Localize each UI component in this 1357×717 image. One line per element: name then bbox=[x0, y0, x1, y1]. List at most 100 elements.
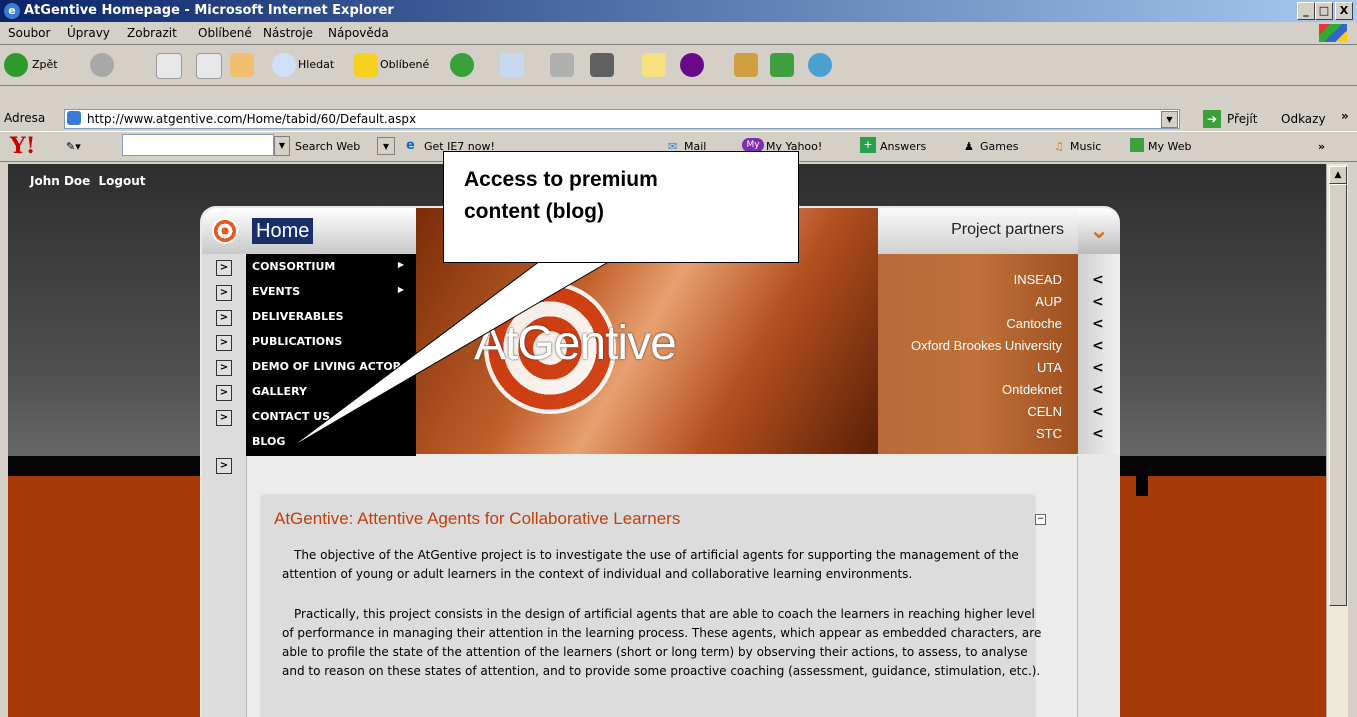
ie-icon: e bbox=[4, 3, 20, 19]
nav-item-consortium[interactable]: CONSORTIUM ▶ bbox=[252, 260, 410, 273]
music-link[interactable]: Music bbox=[1070, 140, 1101, 153]
menu-view[interactable]: Zobrazit bbox=[127, 26, 177, 40]
collapse-minus-icon[interactable]: − bbox=[1035, 514, 1046, 525]
pencil-icon[interactable]: ✎▾ bbox=[66, 140, 81, 153]
search-web-button[interactable]: Search Web bbox=[295, 140, 360, 153]
nav-expand-icon[interactable]: > bbox=[216, 260, 232, 276]
menu-favorites[interactable]: Oblíbené bbox=[198, 26, 252, 40]
intro-paragraph: The objective of the AtGentive project i… bbox=[282, 548, 1019, 581]
chevron-left-icon[interactable]: < bbox=[1092, 360, 1104, 376]
scroll-up-icon[interactable]: ▲ bbox=[1329, 166, 1347, 184]
edit-icon[interactable] bbox=[590, 53, 614, 77]
partner-link[interactable]: Oxford Brookes University bbox=[911, 338, 1062, 353]
nav-expand-icon[interactable]: > bbox=[216, 410, 232, 426]
frame-edge bbox=[1136, 476, 1148, 496]
nav-item-blog[interactable]: BLOG bbox=[252, 435, 285, 448]
back-icon[interactable] bbox=[4, 53, 28, 77]
refresh-icon[interactable] bbox=[196, 53, 222, 79]
nav-item-contact[interactable]: CONTACT US bbox=[252, 410, 330, 423]
search-icon[interactable] bbox=[272, 53, 296, 77]
home-title[interactable]: Home bbox=[252, 218, 314, 244]
nav-expand-icon[interactable]: > bbox=[216, 385, 232, 401]
menu-edit[interactable]: Úpravy bbox=[67, 26, 110, 40]
partner-link[interactable]: CELN bbox=[1027, 404, 1062, 419]
nav-item-demo[interactable]: DEMO OF LIVING ACTOR bbox=[252, 360, 401, 373]
go-button[interactable]: Přejít bbox=[1227, 112, 1257, 126]
description-paragraph: Practically, this project consists in th… bbox=[282, 607, 1042, 678]
flower-icon[interactable] bbox=[770, 53, 794, 77]
nav-expand-icon[interactable]: > bbox=[216, 285, 232, 301]
partners-arrow-column: < < < < < < < < bbox=[1078, 254, 1120, 454]
partner-link[interactable]: STC bbox=[1036, 426, 1062, 441]
address-bar: Adresa http://www.atgentive.com/Home/tab… bbox=[0, 107, 1357, 131]
research-icon[interactable] bbox=[734, 53, 758, 77]
nav-expand-icon[interactable]: > bbox=[216, 310, 232, 326]
nav-item-publications[interactable]: PUBLICATIONS bbox=[252, 335, 342, 348]
yahoo-messenger-icon[interactable] bbox=[680, 53, 704, 77]
history-icon[interactable] bbox=[450, 53, 474, 77]
yahoo-logo-icon[interactable]: Y! bbox=[10, 133, 35, 159]
user-links: John Doe Logout bbox=[30, 174, 146, 188]
nav-item-events[interactable]: EVENTS ▶ bbox=[252, 285, 410, 298]
yahoo-search-dropdown-icon[interactable]: ▼ bbox=[274, 136, 290, 156]
maximize-button[interactable]: □ bbox=[1315, 2, 1333, 20]
messenger-icon[interactable] bbox=[808, 53, 832, 77]
partners-toggle-chevron-icon[interactable]: ⌄ bbox=[1078, 208, 1120, 254]
nav-item-deliverables[interactable]: DELIVERABLES bbox=[252, 310, 344, 323]
vertical-scrollbar[interactable]: ▲ bbox=[1326, 164, 1348, 717]
notes-icon[interactable] bbox=[642, 53, 666, 77]
links-chevron-icon[interactable]: » bbox=[1341, 109, 1349, 123]
menu-tools[interactable]: Nástroje bbox=[263, 26, 313, 40]
partners-list: INSEAD AUP Cantoche Oxford Brookes Unive… bbox=[878, 254, 1078, 454]
atgentive-logo-text: AtGentive bbox=[474, 317, 677, 370]
games-link[interactable]: Games bbox=[980, 140, 1018, 153]
menu-help[interactable]: Nápověda bbox=[328, 26, 389, 40]
scroll-thumb[interactable] bbox=[1329, 184, 1347, 606]
chevron-left-icon[interactable]: < bbox=[1092, 404, 1104, 420]
partner-link[interactable]: AUP bbox=[1035, 294, 1062, 309]
nav-expand-icon[interactable]: > bbox=[216, 335, 232, 351]
nav-expand-icon[interactable]: > bbox=[216, 360, 232, 376]
chevron-left-icon[interactable]: < bbox=[1092, 316, 1104, 332]
address-dropdown-icon[interactable]: ▼ bbox=[1161, 111, 1178, 128]
nav-icon-column: > > > > > > > > bbox=[202, 254, 246, 717]
page-icon bbox=[67, 111, 81, 125]
nav-expand-icon[interactable]: > bbox=[216, 458, 232, 474]
partner-link[interactable]: INSEAD bbox=[1014, 272, 1062, 287]
nav-item-gallery[interactable]: GALLERY bbox=[252, 385, 307, 398]
forward-icon[interactable] bbox=[90, 53, 114, 77]
search-web-dropdown-icon[interactable]: ▾ bbox=[377, 137, 395, 155]
partners-title: Project partners bbox=[951, 221, 1064, 238]
favorites-star-icon[interactable] bbox=[354, 53, 378, 77]
main-navigation: CONSORTIUM ▶ EVENTS ▶ DELIVERABLES PUBLICA… bbox=[246, 254, 416, 474]
search-label[interactable]: Hledat bbox=[298, 58, 334, 71]
go-arrow-icon[interactable]: ➔ bbox=[1203, 110, 1221, 128]
favorites-label[interactable]: Oblíbené bbox=[380, 58, 429, 71]
chevron-left-icon[interactable]: < bbox=[1092, 272, 1104, 288]
partner-link[interactable]: Cantoche bbox=[1006, 316, 1062, 331]
print-icon[interactable] bbox=[550, 53, 574, 77]
minimize-button[interactable]: _ bbox=[1297, 2, 1315, 20]
stop-icon[interactable] bbox=[156, 53, 182, 79]
logout-link[interactable]: Logout bbox=[99, 174, 146, 188]
menu-file[interactable]: Soubor bbox=[8, 26, 50, 40]
back-label[interactable]: Zpět bbox=[32, 58, 58, 71]
chevron-left-icon[interactable]: < bbox=[1092, 426, 1104, 442]
chevron-left-icon[interactable]: < bbox=[1092, 338, 1104, 354]
partner-link[interactable]: UTA bbox=[1037, 360, 1062, 375]
target-icon bbox=[212, 218, 238, 244]
chevron-left-icon[interactable]: < bbox=[1092, 382, 1104, 398]
toolbar-overflow-chevron-icon[interactable]: » bbox=[1318, 140, 1325, 153]
address-input[interactable]: http://www.atgentive.com/Home/tabid/60/D… bbox=[64, 109, 1180, 129]
chevron-left-icon[interactable]: < bbox=[1092, 294, 1104, 310]
links-button[interactable]: Odkazy bbox=[1281, 112, 1326, 126]
home-icon[interactable] bbox=[230, 53, 254, 77]
partner-link[interactable]: Ontdeknet bbox=[1002, 382, 1062, 397]
answers-link[interactable]: Answers bbox=[880, 140, 926, 153]
yahoo-search-input[interactable] bbox=[122, 134, 274, 156]
module-title: AtGentive: Attentive Agents for Collabor… bbox=[274, 509, 681, 528]
home-header: Home bbox=[202, 208, 416, 254]
my-web-link[interactable]: My Web bbox=[1148, 140, 1191, 153]
mail-icon[interactable] bbox=[500, 53, 524, 77]
close-button[interactable]: X bbox=[1335, 2, 1353, 20]
